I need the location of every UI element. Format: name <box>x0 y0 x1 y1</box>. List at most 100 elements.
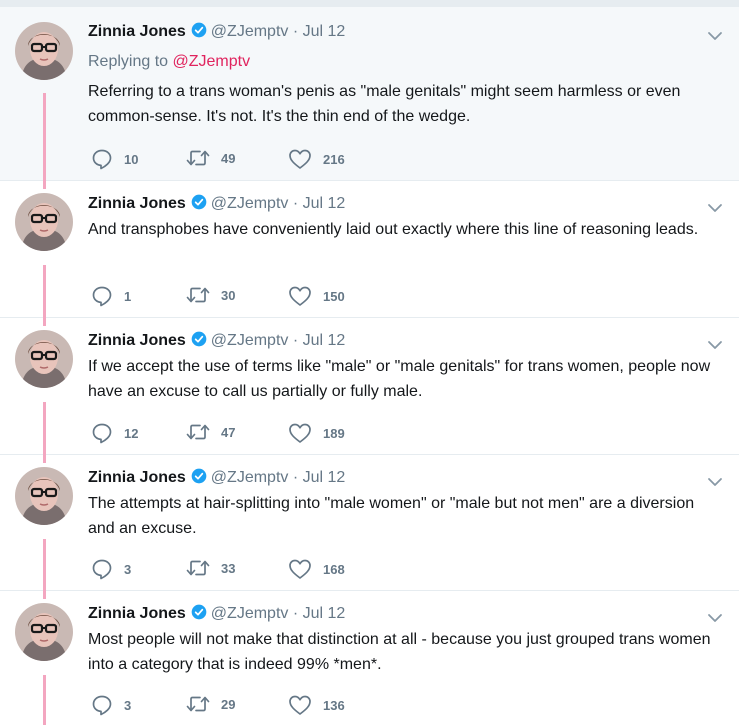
separator-dot: · <box>288 469 303 486</box>
tweet-timestamp[interactable]: Jul 12 <box>303 469 346 486</box>
retweet-icon <box>186 694 210 714</box>
verified-badge-icon <box>191 194 207 210</box>
author-handle[interactable]: @ZJemptv <box>211 605 289 622</box>
thread-line <box>43 181 46 189</box>
tweet-text: The attempts at hair-splitting into "mal… <box>88 495 695 537</box>
timeline-top-border <box>0 0 739 7</box>
reply-icon <box>91 285 113 307</box>
chevron-down-icon[interactable] <box>707 610 723 626</box>
avatar[interactable] <box>15 603 73 661</box>
tweet[interactable]: Zinnia Jones @ZJemptv · Jul 12 And transp… <box>0 181 739 318</box>
reply-count: 3 <box>124 561 132 577</box>
reply-button[interactable]: 12 <box>91 422 138 444</box>
reply-button[interactable]: 10 <box>91 148 138 170</box>
tweet-text: If we accept the use of terms like "male… <box>88 358 711 400</box>
reply-icon <box>91 558 113 580</box>
avatar[interactable] <box>15 330 73 388</box>
replying-to-handle[interactable]: @ZJemptv <box>173 53 251 70</box>
heart-icon <box>288 148 312 170</box>
separator-dot: · <box>288 605 303 622</box>
author-handle[interactable]: @ZJemptv <box>211 23 289 40</box>
retweet-button[interactable]: 49 <box>186 148 235 168</box>
retweet-icon <box>186 148 210 168</box>
heart-icon <box>288 558 312 580</box>
verified-badge-icon <box>191 22 207 38</box>
tweet-header: Zinnia Jones @ZJemptv · Jul 12 <box>88 604 345 623</box>
reply-count: 1 <box>124 288 132 304</box>
separator-dot: · <box>288 332 303 349</box>
retweet-icon <box>186 422 210 442</box>
author-name[interactable]: Zinnia Jones <box>88 605 186 622</box>
reply-icon <box>91 148 113 170</box>
retweet-button[interactable]: 30 <box>186 285 235 305</box>
like-button[interactable]: 136 <box>288 694 345 716</box>
chevron-down-icon[interactable] <box>707 337 723 353</box>
tweet-header: Zinnia Jones @ZJemptv · Jul 12 <box>88 468 345 487</box>
thread-line <box>43 455 46 463</box>
tweet-timestamp[interactable]: Jul 12 <box>303 195 346 212</box>
thread-line <box>43 402 46 455</box>
reply-icon <box>91 694 113 716</box>
thread-line <box>43 93 46 181</box>
tweet[interactable]: Zinnia Jones @ZJemptv · Jul 12 The attemp… <box>0 455 739 591</box>
reply-count: 12 <box>124 425 139 441</box>
tweet[interactable]: Zinnia Jones @ZJemptv · Jul 12 Replying t… <box>0 7 739 181</box>
verified-badge-icon <box>191 468 207 484</box>
reply-count: 3 <box>124 697 132 713</box>
like-button[interactable]: 168 <box>288 558 345 580</box>
author-name[interactable]: Zinnia Jones <box>88 332 186 349</box>
reply-button[interactable]: 3 <box>91 558 131 580</box>
replying-to: Replying to @ZJemptv <box>88 53 250 71</box>
chevron-down-icon[interactable] <box>707 474 723 490</box>
tweet-timestamp[interactable]: Jul 12 <box>303 332 346 349</box>
retweet-button[interactable]: 47 <box>186 422 235 442</box>
heart-icon <box>288 285 312 307</box>
tweet-header: Zinnia Jones @ZJemptv · Jul 12 <box>88 194 345 213</box>
author-handle[interactable]: @ZJemptv <box>211 469 289 486</box>
heart-icon <box>288 694 312 716</box>
like-button[interactable]: 150 <box>288 285 345 307</box>
retweet-count: 49 <box>221 150 236 166</box>
chevron-down-icon[interactable] <box>707 200 723 216</box>
avatar[interactable] <box>15 193 73 251</box>
tweet-text: Most people will not make that distincti… <box>88 631 711 673</box>
tweet-timestamp[interactable]: Jul 12 <box>303 23 346 40</box>
tweet[interactable]: Zinnia Jones @ZJemptv · Jul 12 Most peopl… <box>0 591 739 725</box>
thread-line <box>43 265 46 318</box>
reply-count: 10 <box>124 151 139 167</box>
retweet-icon <box>186 285 210 305</box>
thread-line <box>43 591 46 599</box>
tweet-timestamp[interactable]: Jul 12 <box>303 605 346 622</box>
reply-button[interactable]: 3 <box>91 694 131 716</box>
thread-line <box>43 675 46 725</box>
author-name[interactable]: Zinnia Jones <box>88 195 186 212</box>
chevron-down-icon[interactable] <box>707 28 723 44</box>
like-count: 216 <box>323 151 345 167</box>
retweet-count: 47 <box>221 424 236 440</box>
retweet-count: 29 <box>221 696 236 712</box>
author-handle[interactable]: @ZJemptv <box>211 195 289 212</box>
separator-dot: · <box>288 195 303 212</box>
thread-line <box>43 318 46 326</box>
author-name[interactable]: Zinnia Jones <box>88 23 186 40</box>
author-name[interactable]: Zinnia Jones <box>88 469 186 486</box>
retweet-count: 33 <box>221 560 236 576</box>
like-button[interactable]: 189 <box>288 422 345 444</box>
thread-line <box>43 539 46 591</box>
author-handle[interactable]: @ZJemptv <box>211 332 289 349</box>
like-count: 189 <box>323 425 345 441</box>
retweet-button[interactable]: 29 <box>186 694 235 714</box>
replying-to-prefix: Replying to <box>88 53 169 70</box>
avatar[interactable] <box>15 467 73 525</box>
like-button[interactable]: 216 <box>288 148 345 170</box>
reply-button[interactable]: 1 <box>91 285 131 307</box>
tweet[interactable]: Zinnia Jones @ZJemptv · Jul 12 If we acce… <box>0 318 739 455</box>
retweet-icon <box>186 558 210 578</box>
tweet-thread: Zinnia Jones @ZJemptv · Jul 12 Replying t… <box>0 7 739 725</box>
like-count: 136 <box>323 697 345 713</box>
retweet-button[interactable]: 33 <box>186 558 235 578</box>
verified-badge-icon <box>191 604 207 620</box>
reply-icon <box>91 422 113 444</box>
avatar[interactable] <box>15 22 73 80</box>
heart-icon <box>288 422 312 444</box>
